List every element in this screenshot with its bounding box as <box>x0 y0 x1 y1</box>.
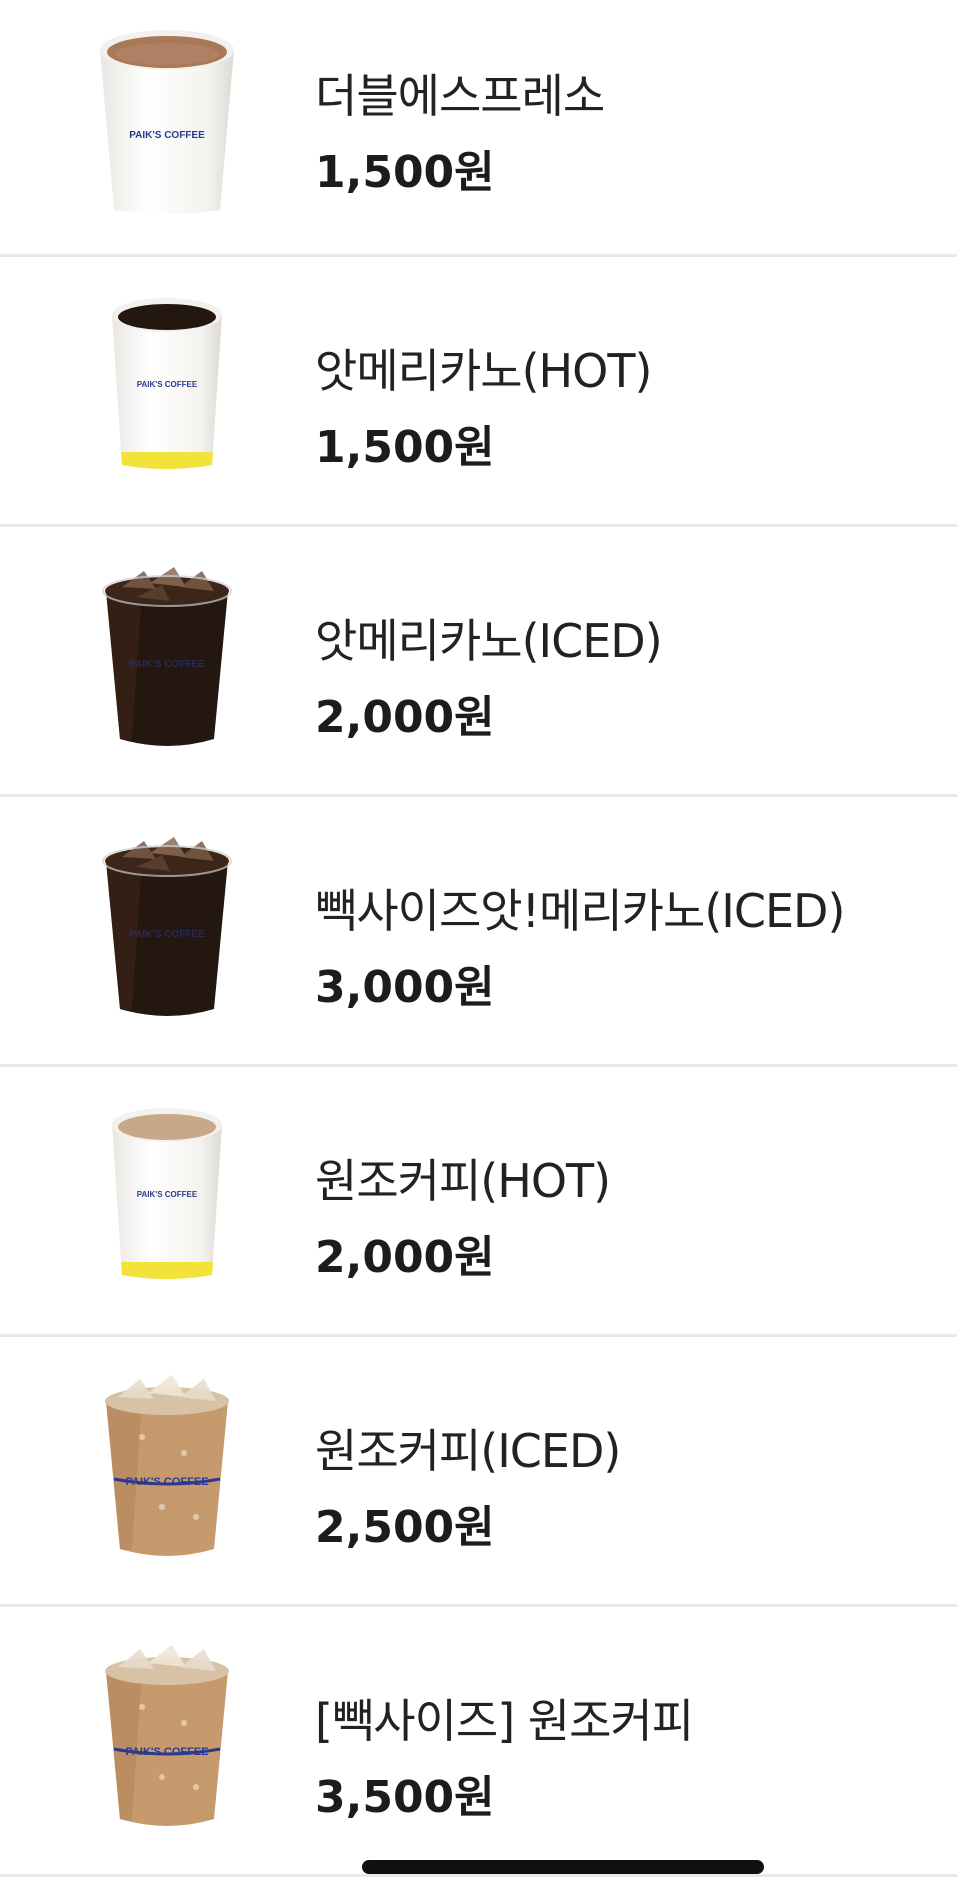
menu-item-price: 1,500원 <box>315 147 495 198</box>
menu-item-name: 앗메리카노(ICED) <box>315 614 663 668</box>
menu-item-original-coffee-hot[interactable]: PAIK'S COFFEE 원조커피(HOT) 2,000원 <box>0 1067 957 1337</box>
hot-cup-latte-image: PAIK'S COFFEE <box>92 1097 242 1297</box>
cup-label: PAIK'S COFFEE <box>125 1476 208 1488</box>
menu-item-name: 앗메리카노(HOT) <box>315 344 652 398</box>
cup-label: PAIK'S COFFEE <box>137 380 198 389</box>
home-indicator[interactable] <box>362 1860 764 1874</box>
iced-cup-americano-image: PAIK'S COFFEE <box>92 557 242 757</box>
menu-item-price: 1,500원 <box>315 422 495 473</box>
menu-item-price: 2,500원 <box>315 1502 495 1553</box>
iced-cup-americano-image: PAIK'S COFFEE <box>92 827 242 1027</box>
iced-cup-latte-image: PAIK'S COFFEE <box>92 1367 242 1567</box>
menu-item-original-coffee-iced[interactable]: PAIK'S COFFEE 원조커피(ICED) 2,500원 <box>0 1337 957 1607</box>
menu-item-name: 더블에스프레소 <box>315 69 605 123</box>
cup-label: PAIK'S COFFEE <box>125 1746 208 1758</box>
menu-item-price: 2,000원 <box>315 692 495 743</box>
cup-label: PAIK'S COFFEE <box>129 929 205 940</box>
iced-cup-latte-image: PAIK'S COFFEE <box>92 1637 242 1837</box>
menu-item-paik-size-original-coffee[interactable]: PAIK'S COFFEE [빽사이즈] 원조커피 3,500원 <box>0 1607 957 1877</box>
cup-label: PAIK'S COFFEE <box>129 659 205 670</box>
menu-item-double-espresso[interactable]: PAIK'S COFFEE 더블에스프레소 1,500원 <box>0 0 957 257</box>
hot-cup-americano-image: PAIK'S COFFEE <box>92 287 242 487</box>
menu-item-price: 3,500원 <box>315 1772 495 1823</box>
menu-item-name: 원조커피(HOT) <box>315 1154 611 1208</box>
menu-item-name: 원조커피(ICED) <box>315 1424 621 1478</box>
menu-item-name: [빽사이즈] 원조커피 <box>315 1694 694 1748</box>
menu-item-americano-hot[interactable]: PAIK'S COFFEE 앗메리카노(HOT) 1,500원 <box>0 257 957 527</box>
menu-item-paik-size-americano-iced[interactable]: PAIK'S COFFEE 빽사이즈앗!메리카노(ICED) 3,000원 <box>0 797 957 1067</box>
cup-label: PAIK'S COFFEE <box>129 130 205 141</box>
cup-label: PAIK'S COFFEE <box>137 1190 198 1199</box>
menu-item-price: 3,000원 <box>315 962 495 1013</box>
menu-item-price: 2,000원 <box>315 1232 495 1283</box>
menu-item-americano-iced[interactable]: PAIK'S COFFEE 앗메리카노(ICED) 2,000원 <box>0 527 957 797</box>
menu-item-name: 빽사이즈앗!메리카노(ICED) <box>315 884 845 938</box>
hot-cup-espresso-image: PAIK'S COFFEE <box>92 22 242 222</box>
menu-list: PAIK'S COFFEE 더블에스프레소 1,500원 PAIK'S COFF… <box>0 0 957 1877</box>
